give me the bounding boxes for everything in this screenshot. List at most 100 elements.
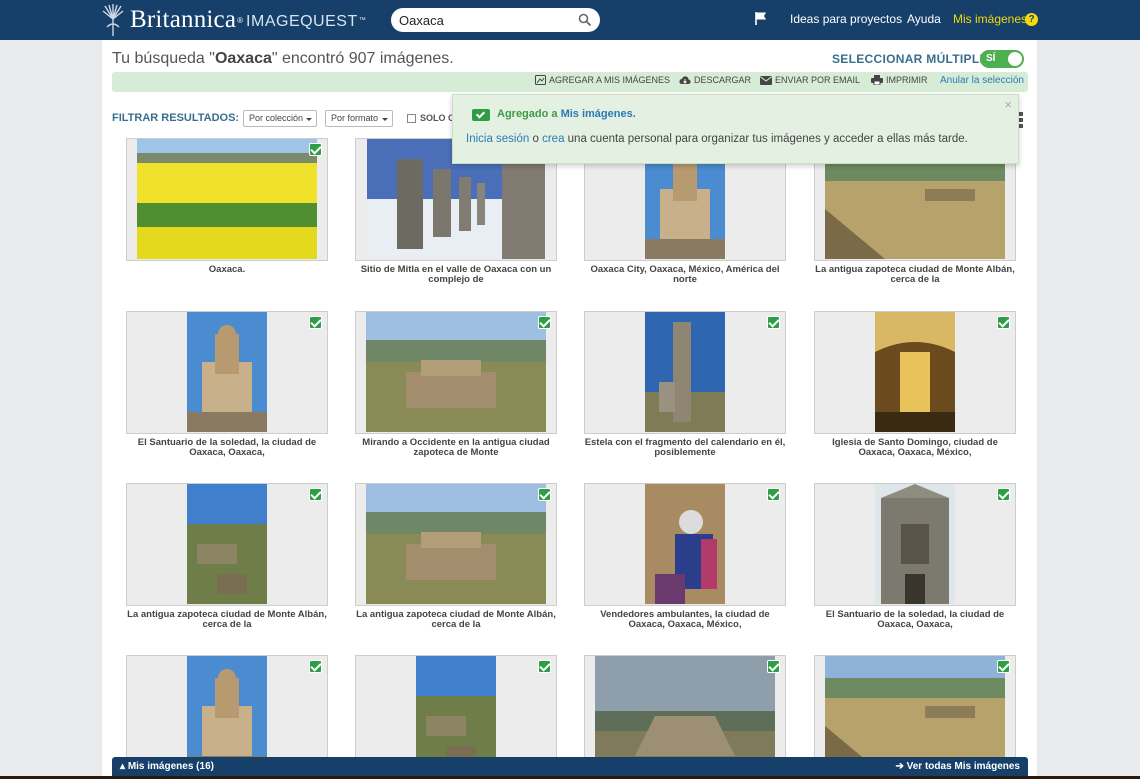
image-thumbnail[interactable] [366, 484, 546, 604]
my-images-link[interactable]: Mis imágenes. [561, 108, 636, 120]
image-thumbnail[interactable] [187, 312, 267, 432]
search-input[interactable] [399, 11, 569, 29]
download-button[interactable]: DESCARGAR [679, 75, 751, 85]
brand-product-name: IMAGEQUEST [246, 13, 358, 30]
deselect-all-link[interactable]: Anular la selección [940, 75, 1024, 86]
selected-check-icon[interactable] [997, 488, 1010, 501]
selected-check-icon[interactable] [767, 660, 780, 673]
or-text: o [529, 133, 543, 145]
image-caption[interactable]: Estela con el fragmento del calendario e… [584, 438, 786, 458]
toggle-knob [1008, 52, 1022, 66]
image-caption[interactable]: La antigua zapoteca ciudad de Monte Albá… [126, 610, 328, 630]
image-caption[interactable]: Sitio de Mitla en el valle de Oaxaca con… [355, 265, 557, 285]
image-tile[interactable] [355, 311, 557, 434]
help-question-icon[interactable]: ? [1025, 13, 1038, 26]
nav-my-images-link[interactable]: Mis imágenes [953, 12, 1027, 26]
selected-check-icon[interactable] [309, 660, 322, 673]
thistle-icon [102, 4, 124, 36]
image-tile[interactable] [814, 311, 1016, 434]
search-icon[interactable] [578, 13, 592, 27]
add-to-my-images-button[interactable]: AGREGAR A MIS IMÁGENES [535, 75, 670, 85]
flag-icon[interactable] [754, 11, 768, 26]
envelope-icon [760, 75, 772, 85]
search-box [391, 8, 600, 32]
britannica-logo[interactable]: Britannica ® IMAGEQUEST ™ [100, 2, 366, 38]
image-tile[interactable] [126, 138, 328, 261]
nav-help-link[interactable]: Ayuda [907, 12, 941, 26]
image-tile[interactable] [814, 483, 1016, 606]
add-image-icon [535, 75, 546, 85]
image-tile[interactable] [584, 483, 786, 606]
results-heading: Tu búsqueda "Oaxaca" encontró 907 imágen… [112, 50, 454, 68]
my-images-tray[interactable]: ▴ Mis imágenes (16) ➔ Ver todas Mis imág… [112, 757, 1028, 776]
view-all-link[interactable]: ➔ Ver todas Mis imágenes [895, 761, 1020, 772]
toggle-text: SÍ [986, 53, 996, 64]
results-prefix: Tu búsqueda " [112, 50, 215, 67]
brand-registered-mark: ® [237, 15, 244, 25]
nav-ideas-link[interactable]: Ideas para proyectos [790, 12, 902, 26]
image-caption[interactable]: Iglesia de Santo Domingo, ciudad de Oaxa… [814, 438, 1016, 458]
selected-check-icon[interactable] [309, 143, 322, 156]
image-thumbnail[interactable] [875, 312, 955, 432]
added-notification: × Agregado a Mis imágenes. Inicia sesión… [452, 94, 1019, 164]
selected-check-icon[interactable] [538, 660, 551, 673]
results-query: Oaxaca [214, 50, 272, 67]
image-tile[interactable] [126, 483, 328, 606]
multi-select-label: SELECCIONAR MÚLTIPLES [832, 52, 997, 66]
view-all-label: Ver todas Mis imágenes [906, 761, 1020, 772]
image-caption[interactable]: El Santuario de la soledad, la ciudad de… [814, 610, 1016, 630]
tray-count-label: Mis imágenes (16) [127, 761, 214, 772]
selected-check-icon[interactable] [767, 316, 780, 329]
more-options-icon[interactable] [1019, 112, 1023, 128]
login-message: Inicia sesión o crea una cuenta personal… [466, 133, 968, 145]
login-link[interactable]: Inicia sesión [466, 133, 529, 145]
selected-check-icon[interactable] [767, 488, 780, 501]
selected-check-icon[interactable] [997, 316, 1010, 329]
image-caption[interactable]: Oaxaca. [126, 265, 328, 275]
image-thumbnail[interactable] [137, 139, 317, 259]
selected-check-icon[interactable] [997, 660, 1010, 673]
brand-trademark: ™ [358, 16, 366, 24]
filter-label: FILTRAR RESULTADOS: [112, 112, 240, 124]
only-filter-checkbox[interactable] [407, 114, 416, 123]
image-thumbnail[interactable] [645, 312, 725, 432]
image-thumbnail[interactable] [875, 484, 955, 604]
check-icon [472, 109, 490, 121]
image-caption[interactable]: Mirando a Occidente en la antigua ciudad… [355, 438, 557, 458]
email-button[interactable]: ENVIAR POR EMAIL [760, 75, 860, 85]
selected-check-icon[interactable] [538, 488, 551, 501]
image-thumbnail[interactable] [187, 484, 267, 604]
selected-check-icon[interactable] [538, 316, 551, 329]
image-tile[interactable] [126, 311, 328, 434]
image-caption[interactable]: La antigua zapoteca ciudad de Monte Albá… [355, 610, 557, 630]
collection-dropdown-label: Por colección [249, 113, 304, 123]
format-dropdown[interactable]: Por formato [325, 110, 393, 127]
top-bar: Britannica ® IMAGEQUEST ™ Ideas para pro… [0, 0, 1140, 40]
create-account-link[interactable]: crea [542, 133, 564, 145]
tray-toggle[interactable]: ▴ Mis imágenes (16) [120, 761, 214, 772]
image-thumbnail[interactable] [645, 484, 725, 604]
added-message: Agregado a Mis imágenes. [497, 108, 636, 120]
email-label: ENVIAR POR EMAIL [775, 75, 861, 85]
image-caption[interactable]: Oaxaca City, Oaxaca, México, América del… [584, 265, 786, 285]
chevron-down-icon [382, 118, 388, 121]
only-filter-label: SOLO C [420, 113, 455, 123]
print-label: IMPRIMIR [886, 75, 928, 85]
format-dropdown-label: Por formato [331, 113, 379, 123]
image-caption[interactable]: Vendedores ambulantes, la ciudad de Oaxa… [584, 610, 786, 630]
add-label: AGREGAR A MIS IMÁGENES [549, 75, 671, 85]
image-tile[interactable] [584, 311, 786, 434]
printer-icon [871, 75, 883, 85]
multi-select-toggle[interactable]: SÍ [980, 50, 1024, 68]
image-tile[interactable] [355, 483, 557, 606]
close-icon[interactable]: × [1004, 97, 1012, 112]
selected-check-icon[interactable] [309, 316, 322, 329]
results-suffix: " encontró 907 imágenes. [271, 50, 454, 67]
added-prefix: Agregado a [497, 108, 561, 120]
image-thumbnail[interactable] [366, 312, 546, 432]
print-button[interactable]: IMPRIMIR [871, 75, 928, 85]
selected-check-icon[interactable] [309, 488, 322, 501]
image-caption[interactable]: La antigua zapoteca ciudad de Monte Albá… [814, 265, 1016, 285]
image-caption[interactable]: El Santuario de la soledad, la ciudad de… [126, 438, 328, 458]
collection-dropdown[interactable]: Por colección [243, 110, 317, 127]
